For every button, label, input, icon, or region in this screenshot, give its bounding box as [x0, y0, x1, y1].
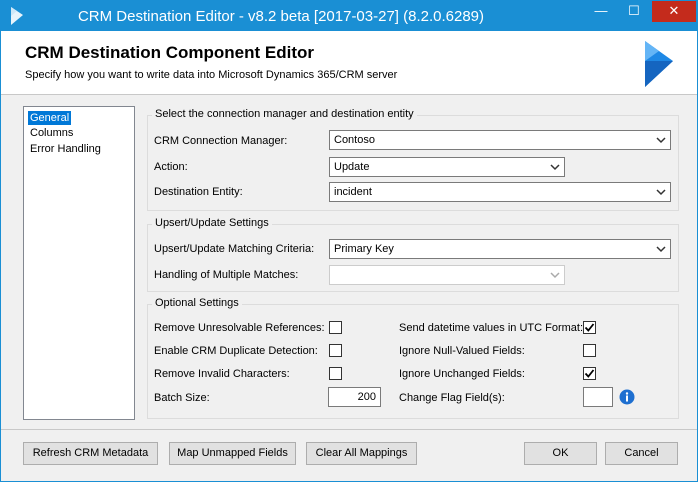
ignore-null-label: Ignore Null-Valued Fields: — [399, 345, 525, 357]
map-unmapped-fields-button[interactable]: Map Unmapped Fields — [169, 442, 296, 465]
action-value: Update — [334, 161, 370, 173]
matching-criteria-dropdown[interactable]: Primary Key — [329, 239, 671, 259]
chevron-down-icon — [656, 246, 666, 253]
change-flag-label: Change Flag Field(s): — [399, 392, 505, 404]
batch-size-input[interactable]: 200 — [328, 387, 381, 407]
multiple-matches-label: Handling of Multiple Matches: — [154, 269, 299, 281]
minimize-button[interactable]: — — [586, 1, 616, 22]
window-title: CRM Destination Editor - v8.2 beta [2017… — [77, 8, 485, 25]
info-icon[interactable] — [619, 389, 635, 405]
navigation-list: General Columns Error Handling — [23, 106, 135, 420]
action-dropdown[interactable]: Update — [329, 157, 565, 177]
connection-group: Select the connection manager and destin… — [147, 108, 679, 211]
editor-window: CRM Destination Editor - v8.2 beta [2017… — [0, 0, 698, 482]
upsert-group-title: Upsert/Update Settings — [152, 217, 272, 229]
nav-item-columns[interactable]: Columns — [28, 126, 75, 140]
connection-manager-value: Contoso — [334, 134, 375, 146]
chevron-down-icon — [550, 272, 560, 279]
change-flag-input[interactable] — [583, 387, 613, 407]
nav-item-general[interactable]: General — [28, 111, 72, 125]
destination-entity-dropdown[interactable]: incident — [329, 182, 671, 202]
chevron-down-icon — [656, 189, 666, 196]
multiple-matches-dropdown[interactable] — [329, 265, 565, 285]
connection-manager-dropdown[interactable]: Contoso — [329, 130, 671, 150]
matching-criteria-label: Upsert/Update Matching Criteria: — [154, 243, 315, 255]
maximize-button[interactable]: ☐ — [619, 1, 649, 22]
ignore-unchanged-checkbox[interactable] — [583, 367, 596, 380]
cancel-button[interactable]: Cancel — [605, 442, 678, 465]
upsert-update-group: Upsert/Update Settings Upsert/Update Mat… — [147, 217, 679, 292]
remove-unresolvable-checkbox[interactable] — [329, 321, 342, 334]
optional-settings-group: Optional Settings Remove Unresolvable Re… — [147, 297, 679, 419]
dialog-subtitle: Specify how you want to write data into … — [25, 69, 398, 81]
batch-size-label: Batch Size: — [154, 392, 210, 404]
matching-criteria-value: Primary Key — [334, 243, 394, 255]
refresh-metadata-button[interactable]: Refresh CRM Metadata — [23, 442, 158, 465]
clear-all-mappings-button[interactable]: Clear All Mappings — [306, 442, 417, 465]
dialog-title: CRM Destination Component Editor — [25, 43, 314, 62]
connection-manager-label: CRM Connection Manager: — [154, 135, 288, 147]
title-bar: CRM Destination Editor - v8.2 beta [2017… — [1, 1, 697, 31]
action-label: Action: — [154, 161, 188, 173]
dynamics-logo-icon — [641, 41, 677, 87]
nav-item-error-handling[interactable]: Error Handling — [28, 142, 103, 156]
connection-group-title: Select the connection manager and destin… — [152, 108, 417, 120]
destination-entity-label: Destination Entity: — [154, 186, 243, 198]
close-button[interactable]: ✕ — [652, 1, 696, 22]
ok-button[interactable]: OK — [524, 442, 597, 465]
remove-unresolvable-label: Remove Unresolvable References: — [154, 322, 325, 334]
ignore-unchanged-label: Ignore Unchanged Fields: — [399, 368, 525, 380]
remove-invalid-chars-checkbox[interactable] — [329, 367, 342, 380]
ignore-null-checkbox[interactable] — [583, 344, 596, 357]
dialog-header: CRM Destination Component Editor Specify… — [1, 31, 697, 95]
optional-group-title: Optional Settings — [152, 297, 242, 309]
duplicate-detection-label: Enable CRM Duplicate Detection: — [154, 345, 318, 357]
utc-format-label: Send datetime values in UTC Format: — [399, 322, 584, 334]
checkmark-icon — [584, 323, 595, 332]
remove-invalid-chars-label: Remove Invalid Characters: — [154, 368, 290, 380]
chevron-down-icon — [656, 137, 666, 144]
chevron-down-icon — [550, 164, 560, 171]
duplicate-detection-checkbox[interactable] — [329, 344, 342, 357]
destination-entity-value: incident — [334, 186, 372, 198]
footer-separator — [1, 429, 697, 430]
utc-format-checkbox[interactable] — [583, 321, 596, 334]
checkmark-icon — [584, 369, 595, 378]
